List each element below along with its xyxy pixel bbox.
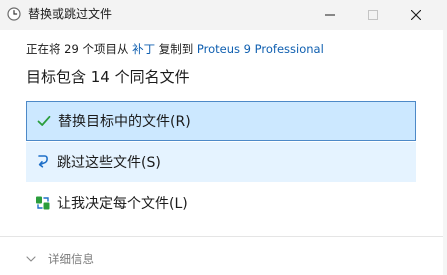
chevron-down-icon: [26, 254, 36, 264]
decide-each-file-option[interactable]: 让我决定每个文件(L): [26, 183, 416, 223]
compare-files-icon: [35, 195, 51, 211]
more-details-label: 详细信息: [48, 252, 94, 266]
close-icon: [411, 10, 421, 20]
minimize-icon: [325, 14, 335, 16]
skip-files-option[interactable]: 跳过这些文件(S): [26, 142, 416, 182]
more-details-toggle[interactable]: 详细信息: [26, 251, 94, 267]
replace-or-skip-dialog: 替换或跳过文件 正在将 29 个项目从 补丁 复制到 Proteus 9 Pro…: [0, 0, 447, 275]
title-bar[interactable]: 替换或跳过文件: [0, 0, 447, 30]
checkmark-icon: [36, 113, 52, 129]
window-title: 替换或跳过文件: [28, 7, 113, 21]
copy-middle: 复制到: [155, 42, 197, 56]
decide-each-file-label: 让我决定每个文件(L): [57, 196, 188, 212]
replace-files-option[interactable]: 替换目标中的文件(R): [26, 101, 416, 141]
destination-folder-link[interactable]: Proteus 9 Professional: [197, 42, 324, 56]
source-folder-link[interactable]: 补丁: [132, 42, 155, 56]
clock-icon: [7, 6, 21, 21]
maximize-button[interactable]: [350, 0, 396, 30]
background-window-edge: [443, 30, 447, 275]
replace-files-label: 替换目标中的文件(R): [58, 114, 191, 130]
close-button[interactable]: [393, 0, 439, 30]
footer-divider: [0, 236, 447, 237]
copy-progress-text: 正在将 29 个项目从 补丁 复制到 Proteus 9 Professiona…: [26, 41, 324, 57]
copy-prefix: 正在将 29 个项目从: [26, 42, 133, 56]
minimize-button[interactable]: [307, 0, 353, 30]
maximize-icon: [368, 10, 378, 20]
conflict-heading: 目标包含 14 个同名文件: [26, 68, 190, 86]
skip-files-label: 跳过这些文件(S): [57, 155, 161, 171]
skip-arrow-icon: [35, 154, 51, 170]
